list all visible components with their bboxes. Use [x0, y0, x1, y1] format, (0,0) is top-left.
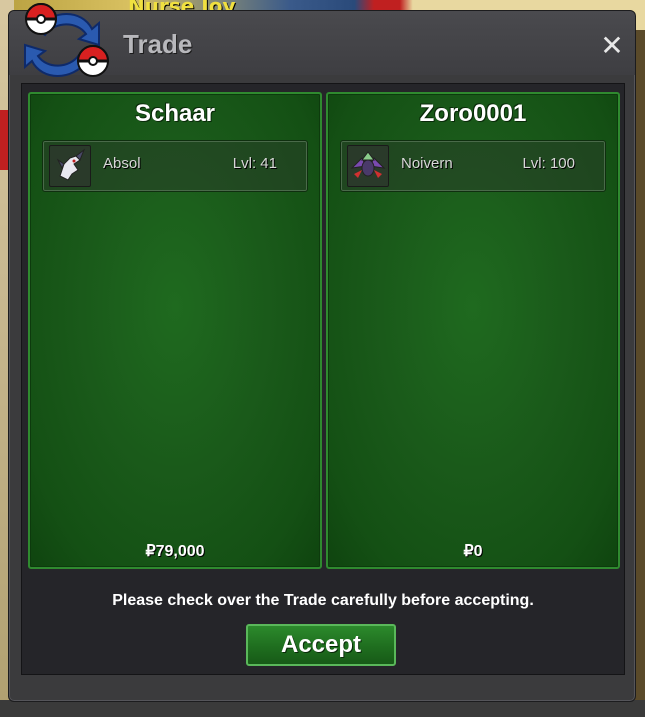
pokemon-name-right: Noivern	[401, 155, 453, 172]
pokemon-row-right[interactable]: Noivern Lvl: 100	[340, 140, 606, 192]
accept-button[interactable]: Accept	[246, 624, 396, 666]
trade-panel-right: Zoro0001 Noivern Lvl: 100 ₽0	[326, 92, 620, 569]
trade-content: Schaar Absol Lvl: 41 ₽79,000 Zoro0001 No…	[21, 83, 625, 675]
pokemon-row-left[interactable]: Absol Lvl: 41	[42, 140, 308, 192]
player-name-right: Zoro0001	[419, 100, 527, 127]
money-offer-left: ₽79,000	[145, 543, 205, 560]
trade-notice: Please check over the Trade carefully be…	[112, 592, 534, 609]
money-offer-right: ₽0	[463, 543, 483, 560]
absol-sprite-icon	[49, 145, 91, 187]
window-title: Trade	[123, 29, 193, 59]
trade-panel-left: Schaar Absol Lvl: 41 ₽79,000	[28, 92, 322, 569]
game-world-bottom-edge	[0, 700, 645, 717]
trade-window: Trade ✕ Schaar Absol Lvl: 41 ₽79,000 Zor…	[8, 3, 636, 702]
close-button[interactable]: ✕	[599, 32, 625, 60]
pokemon-level-left: Lvl: 41	[232, 155, 277, 172]
noivern-sprite-icon	[347, 145, 389, 187]
pokemon-level-right: Lvl: 100	[522, 155, 575, 172]
pokemon-name-left: Absol	[103, 155, 141, 172]
trade-pokeball-arrows-icon	[24, 3, 110, 77]
player-name-left: Schaar	[134, 100, 216, 127]
